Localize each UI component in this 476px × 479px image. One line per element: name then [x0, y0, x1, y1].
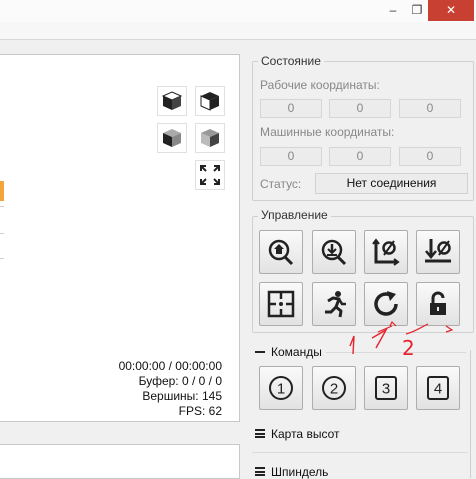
zero-z-icon	[425, 239, 451, 263]
fullscreen-icon[interactable]	[195, 160, 225, 190]
collapse-icon[interactable]	[255, 351, 265, 353]
svg-text:2: 2	[330, 381, 338, 398]
center-target-icon	[267, 290, 295, 318]
probe-z-button[interactable]	[312, 230, 356, 274]
svg-text:3: 3	[382, 381, 390, 398]
status-value: Нет соединения	[315, 173, 468, 194]
commands-title[interactable]: Команды	[271, 345, 322, 359]
reset-icon	[374, 291, 398, 316]
time-readout: 00:00:00 / 00:00:00	[118, 359, 222, 373]
machine-coords-label: Машинные координаты:	[260, 125, 395, 139]
zero-z-button[interactable]	[416, 230, 460, 274]
row-divider	[0, 206, 4, 207]
work-y-value: 0	[329, 99, 391, 118]
work-coords-label: Рабочие координаты:	[260, 78, 380, 92]
row-divider	[0, 258, 4, 259]
state-title: Состояние	[258, 54, 324, 68]
minimize-icon[interactable]: –	[380, 0, 406, 21]
cube-isometric-view-icon[interactable]	[195, 123, 225, 153]
heightmap-title[interactable]: Карта высот	[271, 427, 339, 441]
scrollbar-track[interactable]	[470, 350, 471, 478]
command-button-4[interactable]: 4	[416, 366, 460, 410]
menu-icon[interactable]	[255, 429, 265, 438]
spindle-title[interactable]: Шпиндель	[271, 465, 328, 479]
command-button-1[interactable]: 1	[259, 366, 303, 410]
buffer-readout: Буфер: 0 / 0 / 0	[138, 374, 222, 388]
center-button[interactable]	[259, 282, 303, 326]
control-title: Управление	[258, 208, 331, 222]
fps-readout: FPS: 62	[178, 404, 222, 418]
selected-row-marker	[0, 181, 4, 201]
status-label: Статус:	[260, 177, 302, 191]
restore-icon[interactable]: ❐	[404, 0, 430, 21]
vertices-readout: Вершины: 145	[142, 389, 222, 403]
machine-z-value: 0	[399, 147, 461, 166]
cube-front-view-icon[interactable]	[195, 86, 225, 116]
svg-text:4: 4	[434, 381, 442, 398]
menu-bar	[0, 22, 476, 40]
row-divider	[0, 233, 4, 234]
svg-text:1: 1	[277, 381, 285, 398]
console-panel	[0, 444, 240, 479]
unlock-icon	[430, 291, 446, 315]
zero-xy-icon	[372, 238, 400, 266]
zero-xy-button[interactable]	[364, 230, 408, 274]
work-z-value: 0	[399, 99, 461, 118]
machine-x-value: 0	[260, 147, 322, 166]
zero-z-probe-icon	[321, 239, 347, 266]
cube-top-view-icon[interactable]	[157, 86, 187, 116]
run-icon	[325, 291, 346, 318]
machine-y-value: 0	[329, 147, 391, 166]
command-button-3[interactable]: 3	[364, 366, 408, 410]
menu-icon[interactable]	[255, 467, 265, 476]
home-search-button[interactable]	[259, 230, 303, 274]
home-search-icon	[268, 239, 294, 266]
command-button-2[interactable]: 2	[312, 366, 356, 410]
close-icon[interactable]: ✕	[428, 0, 474, 21]
work-x-value: 0	[260, 99, 322, 118]
section-divider	[252, 452, 468, 453]
cube-left-view-icon[interactable]	[157, 123, 187, 153]
annotation-number-2: 2	[402, 336, 415, 360]
